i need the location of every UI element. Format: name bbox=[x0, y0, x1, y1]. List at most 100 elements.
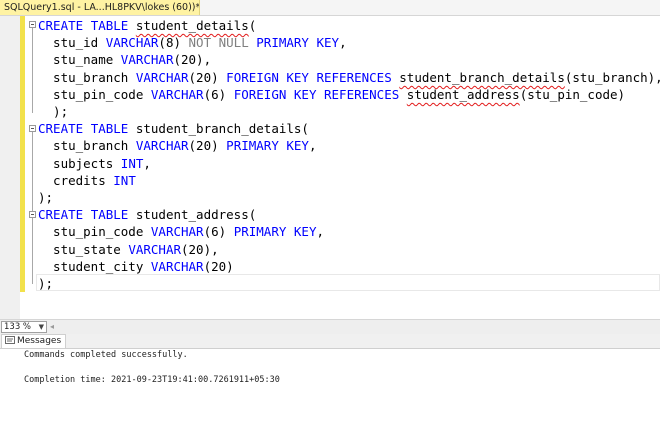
sql-token: stu_state bbox=[38, 242, 129, 257]
message-line: Completion time: 2021-09-23T19:41:00.726… bbox=[24, 375, 280, 385]
sql-identifier-error: student_address bbox=[406, 87, 520, 102]
outline-line bbox=[32, 132, 33, 214]
editor-status-row: 133 % ▼ ◂ bbox=[0, 319, 660, 334]
code-line: stu_id VARCHAR(8) NOT NULL PRIMARY KEY, bbox=[38, 34, 347, 51]
sql-keyword: VARCHAR bbox=[150, 87, 204, 102]
sql-token: , bbox=[339, 35, 347, 50]
sql-keyword: FOREIGN KEY REFERENCES bbox=[233, 87, 400, 102]
document-tab-bar: SQLQuery1.sql - LA...HL8PKV\lokes (60))* bbox=[0, 0, 660, 16]
code-line: CREATE TABLE student_branch_details( bbox=[38, 120, 309, 137]
messages-pane: Commands completed successfully. Complet… bbox=[0, 349, 660, 442]
tab-messages[interactable]: Messages bbox=[1, 334, 67, 348]
code-line: CREATE TABLE student_address( bbox=[38, 206, 256, 223]
sql-token: (20) bbox=[188, 138, 227, 153]
sql-token: ); bbox=[38, 190, 54, 205]
message-line: Commands completed successfully. bbox=[24, 350, 188, 360]
sql-token: stu_name bbox=[38, 52, 121, 67]
sql-keyword: TABLE bbox=[90, 121, 129, 136]
sql-keyword: VARCHAR bbox=[105, 35, 159, 50]
sql-keyword: VARCHAR bbox=[150, 224, 204, 239]
sql-token: (stu_pin_code) bbox=[519, 87, 626, 102]
collapse-icon[interactable] bbox=[29, 21, 36, 28]
code-line: ); bbox=[38, 189, 53, 206]
sql-token: subjects bbox=[38, 156, 121, 171]
code-line: stu_name VARCHAR(20), bbox=[38, 51, 211, 68]
code-line: student_city VARCHAR(20) bbox=[38, 258, 234, 275]
sql-identifier-error: student_branch_details bbox=[399, 70, 565, 85]
sql-keyword: VARCHAR bbox=[135, 70, 189, 85]
sql-token: stu_pin_code bbox=[38, 87, 151, 102]
tab-messages-label: Messages bbox=[17, 336, 62, 346]
editor-margin bbox=[0, 16, 20, 319]
zoom-value: 133 % bbox=[4, 322, 32, 332]
sql-keyword: VARCHAR bbox=[120, 52, 174, 67]
messages-icon bbox=[5, 336, 15, 344]
sql-keyword: PRIMARY KEY bbox=[256, 35, 340, 50]
zoom-dropdown[interactable]: 133 % ▼ bbox=[1, 321, 47, 333]
current-line-highlight bbox=[36, 274, 660, 291]
code-line: ); bbox=[38, 103, 68, 120]
query-editor[interactable]: CREATE TABLE student_details( stu_id VAR… bbox=[0, 16, 660, 319]
sql-token: ); bbox=[38, 104, 69, 119]
sql-token: ( bbox=[248, 18, 257, 33]
sql-token: (8) bbox=[158, 35, 189, 50]
sql-token: ); bbox=[38, 276, 54, 291]
outline-line bbox=[32, 218, 33, 284]
code-line: ); bbox=[38, 275, 53, 292]
sql-token: stu_branch bbox=[38, 70, 136, 85]
code-line: stu_branch VARCHAR(20) PRIMARY KEY, bbox=[38, 137, 317, 154]
sql-token: , bbox=[143, 156, 151, 171]
sql-keyword: CREATE bbox=[38, 207, 84, 222]
sql-keyword: TABLE bbox=[90, 18, 129, 33]
sql-token: (6) bbox=[203, 87, 234, 102]
sql-token: (20) bbox=[188, 70, 227, 85]
sql-identifier-error: student_details bbox=[135, 18, 249, 33]
sql-keyword: FOREIGN KEY REFERENCES bbox=[226, 70, 392, 85]
sql-token: (6) bbox=[203, 224, 234, 239]
sql-token: stu_id bbox=[38, 35, 106, 50]
code-line: stu_state VARCHAR(20), bbox=[38, 241, 219, 258]
sql-token: student_address( bbox=[128, 207, 257, 222]
code-line: credits INT bbox=[38, 172, 136, 189]
sql-token: student_city bbox=[38, 259, 151, 274]
sql-token: NOT NULL bbox=[188, 35, 249, 50]
code-line: stu_pin_code VARCHAR(6) FOREIGN KEY REFE… bbox=[38, 86, 625, 103]
sql-keyword: PRIMARY KEY bbox=[226, 138, 309, 153]
change-tracking-bar bbox=[20, 16, 25, 292]
chevron-down-icon: ▼ bbox=[38, 323, 44, 331]
sql-keyword: INT bbox=[113, 173, 136, 188]
sql-token: student_branch_details( bbox=[128, 121, 309, 136]
results-tab-bar: Messages bbox=[0, 334, 660, 349]
sql-token: , bbox=[316, 224, 325, 239]
sql-token: , bbox=[308, 138, 317, 153]
sql-keyword: TABLE bbox=[90, 207, 129, 222]
sql-keyword: CREATE bbox=[38, 18, 84, 33]
document-tab[interactable]: SQLQuery1.sql - LA...HL8PKV\lokes (60))* bbox=[0, 0, 200, 15]
sql-keyword: INT bbox=[120, 156, 144, 171]
sql-keyword: VARCHAR bbox=[135, 138, 189, 153]
code-line: stu_pin_code VARCHAR(6) PRIMARY KEY, bbox=[38, 223, 324, 240]
code-line: stu_branch VARCHAR(20) FOREIGN KEY REFER… bbox=[38, 69, 660, 86]
sql-token: (20), bbox=[181, 242, 219, 257]
outline-line bbox=[32, 25, 33, 113]
code-line: CREATE TABLE student_details( bbox=[38, 17, 256, 34]
sql-token: (20) bbox=[203, 259, 234, 274]
sql-token: credits bbox=[38, 173, 114, 188]
sql-keyword: CREATE bbox=[38, 121, 84, 136]
code-line: subjects INT, bbox=[38, 155, 151, 172]
sql-keyword: VARCHAR bbox=[128, 242, 181, 257]
sql-token: (stu_branch), bbox=[564, 70, 660, 85]
sql-token: stu_branch bbox=[38, 138, 136, 153]
collapse-icon[interactable] bbox=[29, 211, 36, 218]
sql-keyword: PRIMARY KEY bbox=[233, 224, 317, 239]
scroll-left-icon[interactable]: ◂ bbox=[50, 321, 54, 333]
sql-token: (20), bbox=[173, 52, 212, 67]
sql-keyword: VARCHAR bbox=[150, 259, 204, 274]
collapse-icon[interactable] bbox=[29, 125, 36, 132]
sql-token: stu_pin_code bbox=[38, 224, 151, 239]
